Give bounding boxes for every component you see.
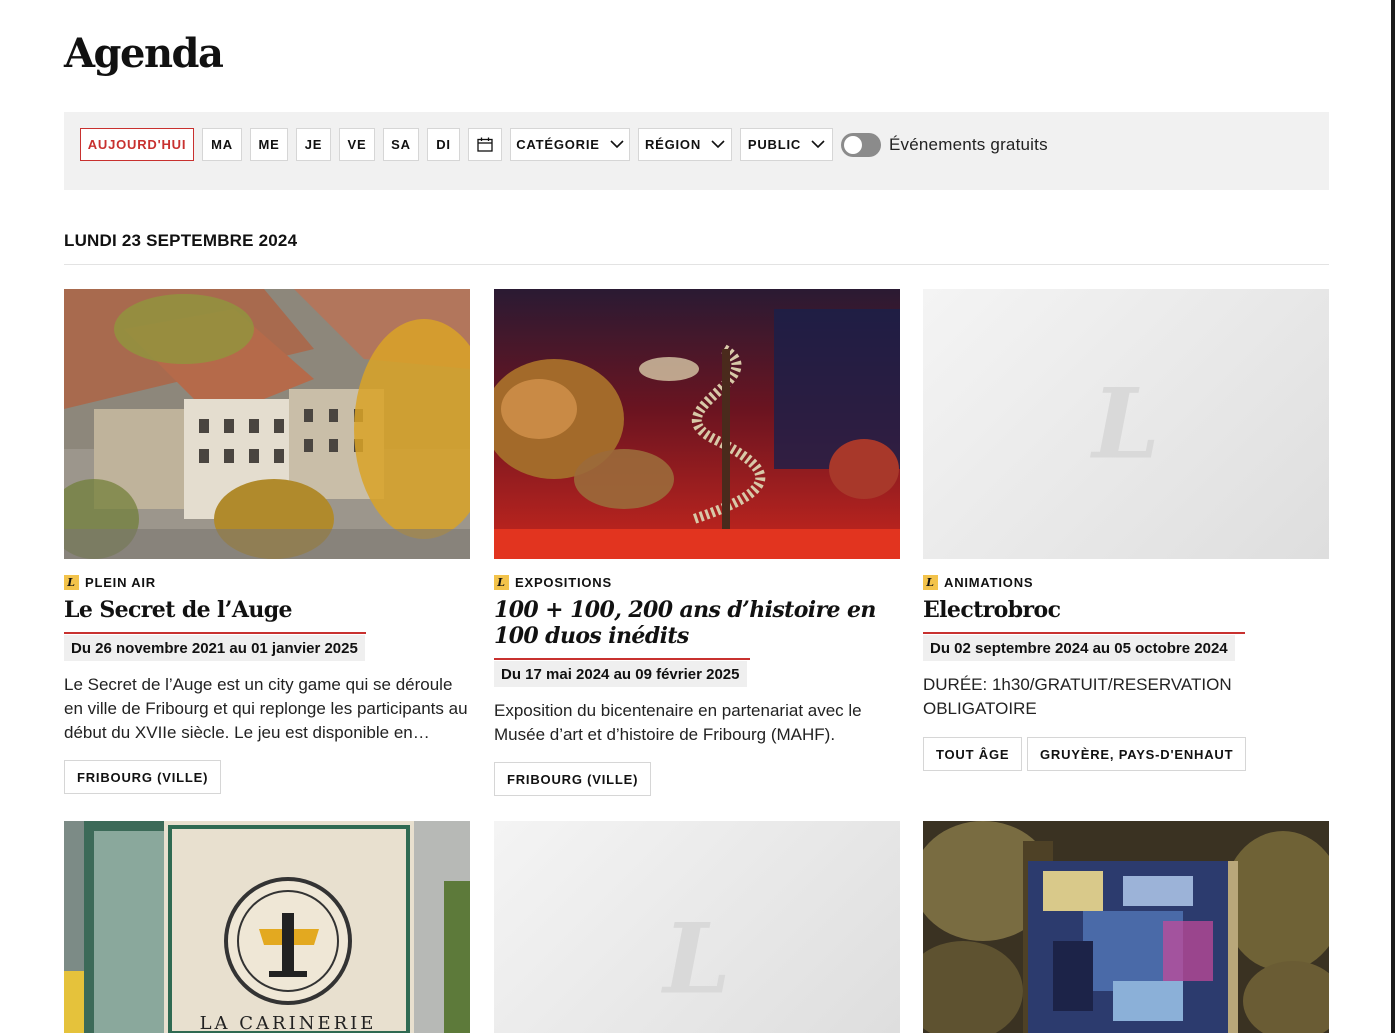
event-title[interactable]: 100 + 100, 200 ans d’histoire en 100 duo… (494, 597, 894, 649)
region-dropdown-label: RÉGION (644, 137, 702, 152)
event-description: Le Secret de l’Auge est un city game qui… (64, 675, 468, 742)
category-dropdown-label: CATÉGORIE (516, 137, 600, 152)
title-underline (64, 632, 366, 634)
chevron-down-icon (711, 140, 725, 149)
date-heading: LUNDI 23 SEPTEMBRE 2024 (64, 231, 298, 250)
filter-day-je[interactable]: JE (296, 128, 331, 161)
calendar-button[interactable] (468, 128, 502, 161)
public-dropdown[interactable]: PUBLIC (740, 128, 833, 161)
event-category-label: PLEIN AIR (85, 575, 157, 590)
free-events-toggle[interactable] (841, 133, 881, 157)
la-liberte-logo-icon: L (494, 575, 509, 590)
event-image-placeholder[interactable]: L (923, 289, 1329, 559)
event-image[interactable] (494, 289, 900, 559)
title-underline (494, 658, 750, 660)
placeholder-logo-icon: L (1092, 367, 1160, 481)
region-dropdown[interactable]: RÉGION (638, 128, 732, 161)
sign-text: LA CARINERIE (200, 1013, 377, 1033)
toggle-knob (844, 136, 862, 154)
filter-today-button[interactable]: AUJOURD'HUI (80, 128, 194, 161)
event-dates: Du 17 mai 2024 au 09 février 2025 (494, 661, 747, 687)
event-category: L ANIMATIONS (923, 575, 1033, 590)
event-image[interactable] (923, 821, 1329, 1033)
divider (64, 264, 1329, 265)
event-category-label: EXPOSITIONS (515, 575, 612, 590)
scrollbar[interactable] (1391, 0, 1395, 1033)
title-underline (923, 632, 1245, 634)
page-title: Agenda (64, 30, 224, 77)
chevron-down-icon (811, 140, 825, 149)
la-liberte-logo-icon: L (923, 575, 938, 590)
calendar-icon (477, 137, 493, 152)
filter-bar: AUJOURD'HUI MA ME JE VE SA DI CATÉGORIE … (64, 112, 1329, 190)
event-tag[interactable]: GRUYÈRE, PAYS-D'ENHAUT (1027, 737, 1247, 771)
event-tag[interactable]: FRIBOURG (VILLE) (64, 760, 222, 794)
event-title[interactable]: Le Secret de l’Auge (64, 597, 464, 623)
la-liberte-logo-icon: L (64, 575, 79, 590)
event-title[interactable]: Electrobroc (923, 597, 1323, 623)
event-dates: Du 26 novembre 2021 au 01 janvier 2025 (64, 635, 365, 661)
public-dropdown-label: PUBLIC (747, 137, 802, 152)
event-category: L EXPOSITIONS (494, 575, 612, 590)
event-image-placeholder[interactable]: L (494, 821, 900, 1033)
event-category-label: ANIMATIONS (944, 575, 1034, 590)
filter-day-me[interactable]: ME (250, 128, 288, 161)
event-image[interactable]: LA CARINERIE (64, 821, 470, 1033)
filter-day-di[interactable]: DI (427, 128, 460, 161)
event-tag[interactable]: TOUT ÂGE (923, 737, 1023, 771)
event-image[interactable] (64, 289, 470, 559)
category-dropdown[interactable]: CATÉGORIE (510, 128, 630, 161)
placeholder-logo-icon: L (663, 902, 731, 1016)
event-tag[interactable]: FRIBOURG (VILLE) (494, 762, 652, 796)
filter-day-ve[interactable]: VE (339, 128, 375, 161)
event-category: L PLEIN AIR (64, 575, 156, 590)
filter-day-sa[interactable]: SA (383, 128, 419, 161)
filter-day-ma[interactable]: MA (202, 128, 242, 161)
event-description: Exposition du bicentenaire en partenaria… (494, 701, 862, 744)
chevron-down-icon (610, 140, 624, 149)
free-events-label: Événements gratuits (889, 135, 1048, 154)
event-description: DURÉE: 1h30/GRATUIT/RESERVATION OBLIGATO… (923, 675, 1232, 718)
event-dates: Du 02 septembre 2024 au 05 octobre 2024 (923, 635, 1235, 661)
